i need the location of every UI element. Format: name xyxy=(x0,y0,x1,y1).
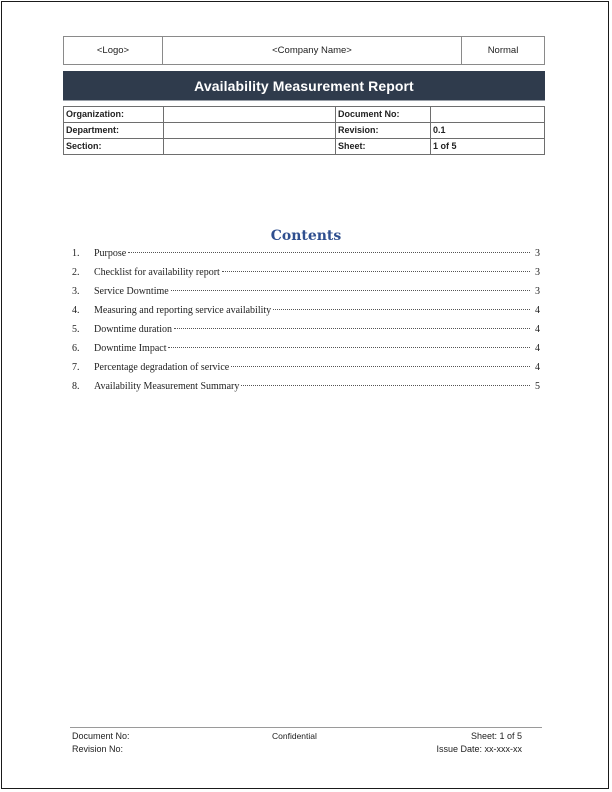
table-of-contents: 1. Purpose 3 2. Checklist for availabili… xyxy=(72,248,540,400)
toc-number: 4. xyxy=(72,305,80,316)
toc-title[interactable]: Purpose xyxy=(94,248,126,259)
toc-title[interactable]: Checklist for availability report xyxy=(94,267,220,278)
section-label: Section: xyxy=(63,138,164,155)
organization-value xyxy=(163,106,336,123)
toc-leader xyxy=(170,290,530,291)
contents-heading: Contents xyxy=(270,228,342,244)
section-value xyxy=(163,138,336,155)
footer-document-no: Document No: xyxy=(72,731,130,741)
footer-confidential: Confidential xyxy=(272,731,317,741)
toc-number: 1. xyxy=(72,248,80,259)
sheet-label: Sheet: xyxy=(335,138,431,155)
department-value xyxy=(163,122,336,139)
toc-title[interactable]: Downtime duration xyxy=(94,324,172,335)
info-row: Organization: Document No: xyxy=(63,106,545,123)
toc-entry[interactable]: 1. Purpose 3 xyxy=(72,248,540,267)
toc-page-number: 3 xyxy=(535,248,540,259)
toc-page-number: 3 xyxy=(535,286,540,297)
toc-page-number: 5 xyxy=(535,381,540,392)
toc-title[interactable]: Measuring and reporting service availabi… xyxy=(94,305,271,316)
toc-title[interactable]: Percentage degradation of service xyxy=(94,362,229,373)
toc-leader xyxy=(174,328,530,329)
toc-page-number: 4 xyxy=(535,324,540,335)
toc-title[interactable]: Service Downtime xyxy=(94,286,169,297)
revision-label: Revision: xyxy=(335,122,431,139)
document-no-value xyxy=(430,106,545,123)
company-name: <Company Name> xyxy=(163,37,462,64)
toc-leader xyxy=(231,366,530,367)
toc-entry[interactable]: 8. Availability Measurement Summary 5 xyxy=(72,381,540,400)
toc-number: 5. xyxy=(72,324,80,335)
department-label: Department: xyxy=(63,122,164,139)
toc-leader xyxy=(221,271,530,272)
toc-leader xyxy=(128,252,530,253)
toc-entry[interactable]: 7. Percentage degradation of service 4 xyxy=(72,362,540,381)
toc-entry[interactable]: 5. Downtime duration 4 xyxy=(72,324,540,343)
toc-title[interactable]: Availability Measurement Summary xyxy=(94,381,239,392)
organization-label: Organization: xyxy=(63,106,164,123)
header-band: <Logo> <Company Name> Normal xyxy=(63,36,545,65)
footer-issue-date: Issue Date: xx-xxx-xx xyxy=(436,744,522,754)
toc-number: 8. xyxy=(72,381,80,392)
footer-divider xyxy=(70,727,542,728)
info-row: Section: Sheet: 1 of 5 xyxy=(63,138,545,155)
toc-page-number: 3 xyxy=(535,267,540,278)
toc-title[interactable]: Downtime Impact xyxy=(94,343,166,354)
toc-entry[interactable]: 4. Measuring and reporting service avail… xyxy=(72,305,540,324)
toc-leader xyxy=(168,347,530,348)
toc-page-number: 4 xyxy=(535,362,540,373)
toc-number: 2. xyxy=(72,267,80,278)
toc-page-number: 4 xyxy=(535,343,540,354)
report-title-bar: Availability Measurement Report xyxy=(63,71,545,101)
toc-entry[interactable]: 6. Downtime Impact 4 xyxy=(72,343,540,362)
toc-entry[interactable]: 3. Service Downtime 3 xyxy=(72,286,540,305)
document-info-table: Organization: Document No: Department: R… xyxy=(63,106,545,155)
revision-value: 0.1 xyxy=(430,122,545,139)
toc-number: 7. xyxy=(72,362,80,373)
footer-revision-no: Revision No: xyxy=(72,744,124,754)
toc-leader xyxy=(273,309,530,310)
toc-entry[interactable]: 2. Checklist for availability report 3 xyxy=(72,267,540,286)
toc-page-number: 4 xyxy=(535,305,540,316)
info-row: Department: Revision: 0.1 xyxy=(63,122,545,139)
document-no-label: Document No: xyxy=(335,106,431,123)
toc-number: 3. xyxy=(72,286,80,297)
classification-label: Normal xyxy=(487,45,519,56)
toc-leader xyxy=(241,385,530,386)
sheet-value: 1 of 5 xyxy=(430,138,545,155)
report-title: Availability Measurement Report xyxy=(194,77,414,94)
toc-number: 6. xyxy=(72,343,80,354)
logo-placeholder: <Logo> xyxy=(64,37,163,64)
footer-sheet: Sheet: 1 of 5 xyxy=(470,731,522,741)
